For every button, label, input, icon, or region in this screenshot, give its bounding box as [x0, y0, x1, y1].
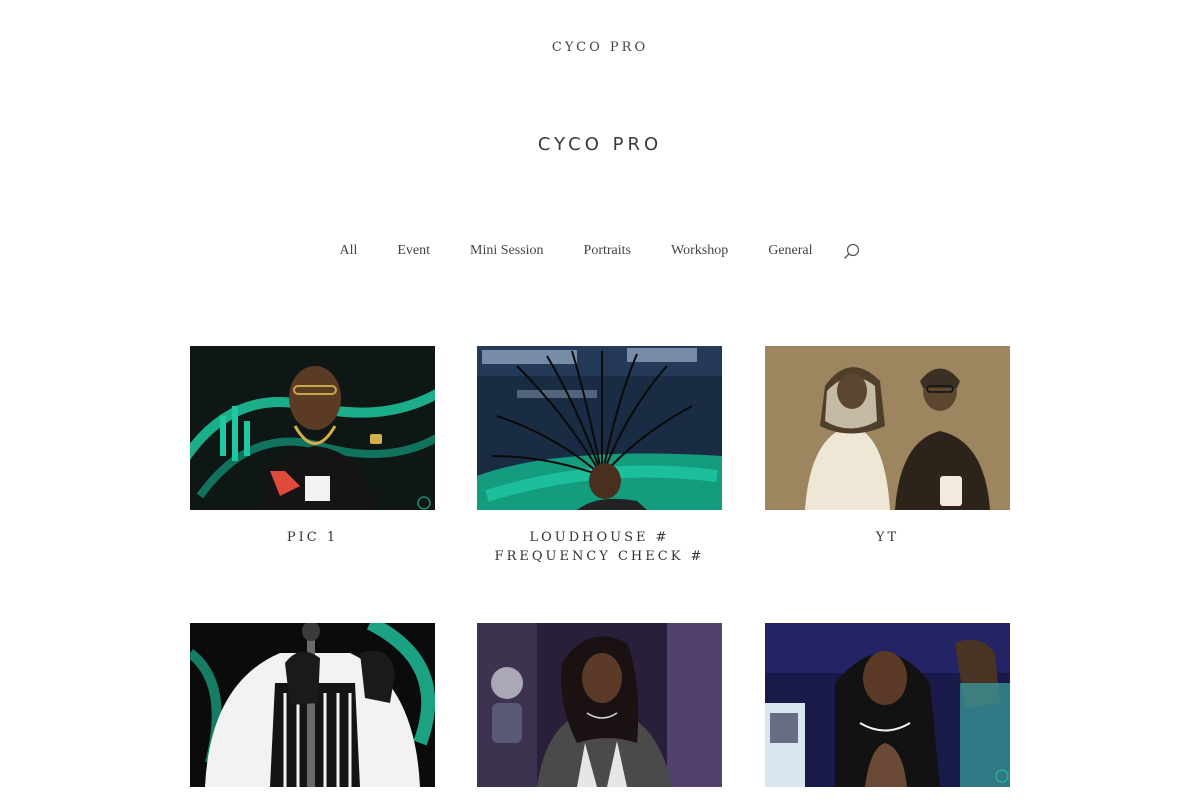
- two-people-sepia-photo: [765, 346, 1010, 510]
- filter-all[interactable]: All: [339, 243, 357, 259]
- gallery-thumbnail[interactable]: [765, 623, 1010, 787]
- woman-grey-sweatshirt-photo: [477, 623, 722, 787]
- gallery-card[interactable]: [477, 623, 722, 805]
- chef-apron-microphone-photo: [190, 623, 435, 787]
- category-filter-nav: All Event Mini Session Portraits Worksho…: [0, 242, 1200, 260]
- page-title: CYCO PRO: [537, 134, 663, 155]
- filter-mini-session[interactable]: Mini Session: [470, 243, 544, 259]
- man-black-tee-gold-chain-photo: [190, 346, 435, 510]
- gallery-card-title[interactable]: YT: [765, 528, 1010, 547]
- gallery-thumbnail[interactable]: [190, 346, 435, 510]
- woman-long-curly-hair-photo: [765, 623, 1010, 787]
- filter-general[interactable]: General: [768, 243, 812, 259]
- gallery-card[interactable]: LOUDHOUSE # FREQUENCY CHECK #: [477, 346, 722, 566]
- gallery-thumbnail[interactable]: [477, 623, 722, 787]
- gallery-thumbnail[interactable]: [477, 346, 722, 510]
- gallery-card[interactable]: YT: [765, 346, 1010, 547]
- gallery-card[interactable]: PIC 1: [190, 346, 435, 547]
- filter-event[interactable]: Event: [397, 243, 430, 259]
- gallery-thumbnail[interactable]: [190, 623, 435, 787]
- gallery-card[interactable]: [765, 623, 1010, 805]
- hair-flip-dreadlocks-photo: [477, 346, 722, 510]
- gallery-thumbnail[interactable]: [765, 346, 1010, 510]
- search-icon[interactable]: [843, 242, 861, 260]
- gallery-card-title[interactable]: LOUDHOUSE # FREQUENCY CHECK #: [477, 528, 722, 566]
- site-brand[interactable]: CYCO PRO: [0, 40, 1200, 55]
- filter-workshop[interactable]: Workshop: [671, 243, 728, 259]
- filter-portraits[interactable]: Portraits: [584, 243, 631, 259]
- gallery-card[interactable]: [190, 623, 435, 805]
- gallery-card-title[interactable]: PIC 1: [190, 528, 435, 547]
